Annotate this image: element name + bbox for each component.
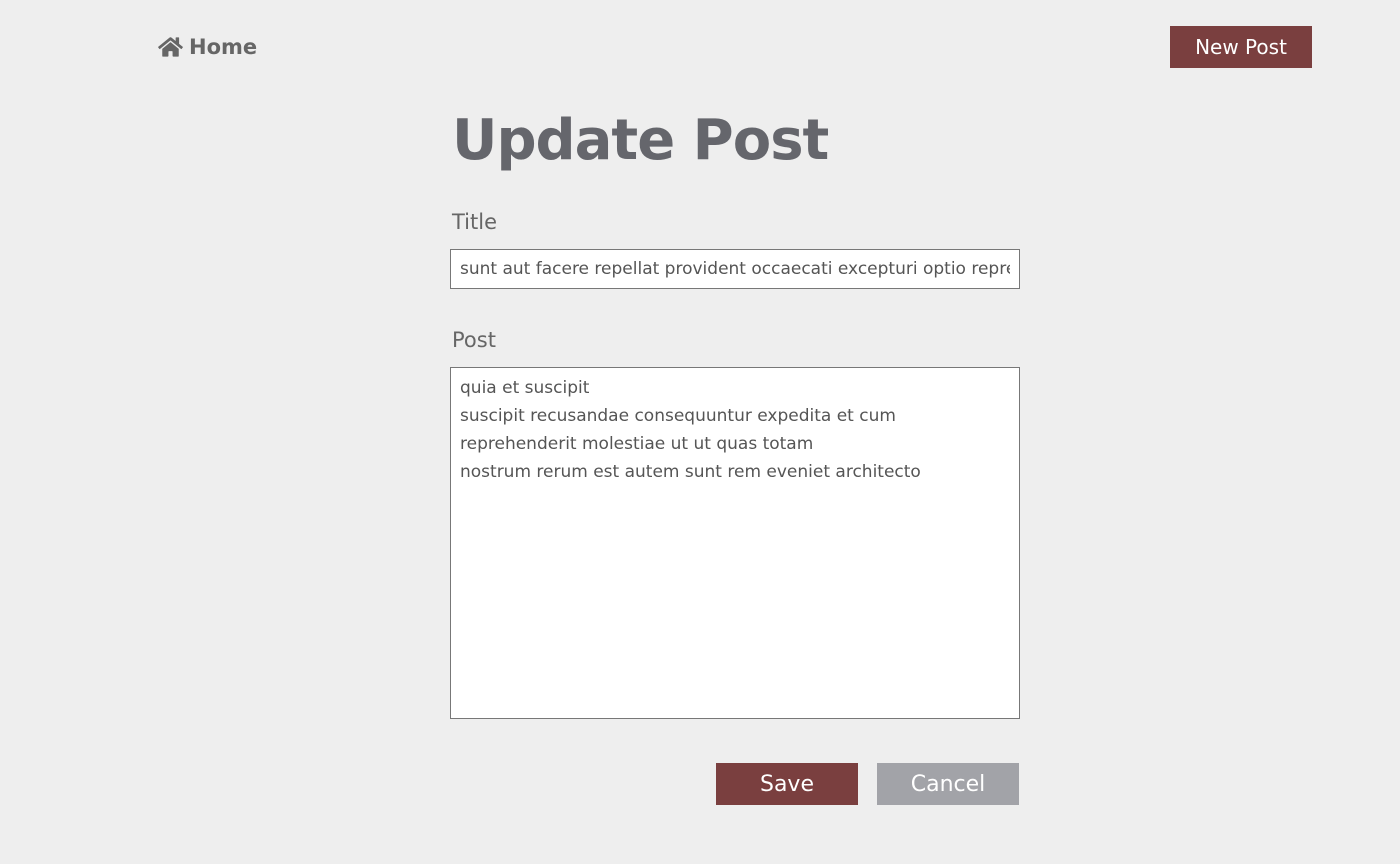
page-title: Update Post: [452, 108, 829, 173]
post-label: Post: [452, 328, 496, 352]
new-post-button[interactable]: New Post: [1170, 26, 1312, 68]
title-input[interactable]: [450, 249, 1020, 289]
home-link[interactable]: Home: [158, 33, 257, 61]
cancel-button[interactable]: Cancel: [877, 763, 1019, 805]
save-button[interactable]: Save: [716, 763, 858, 805]
page: Home New Post Update Post Title Post qui…: [0, 0, 1400, 864]
home-link-label: Home: [189, 35, 258, 59]
post-textarea[interactable]: quia et suscipit suscipit recusandae con…: [450, 367, 1020, 719]
title-label: Title: [452, 210, 498, 234]
home-icon: [158, 37, 183, 57]
